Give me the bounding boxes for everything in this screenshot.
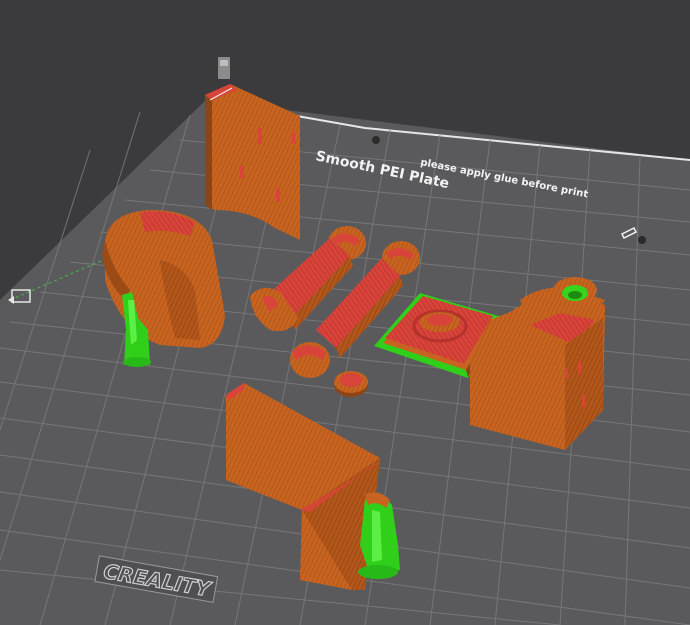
- build-plate-scene[interactable]: Smooth PEI Plate please apply glue befor…: [0, 0, 690, 625]
- round-knob-part[interactable]: [334, 371, 368, 397]
- nozzle-marker-icon: [218, 57, 230, 79]
- plate-screw: [638, 236, 646, 244]
- 3d-viewport[interactable]: Smooth PEI Plate please apply glue befor…: [0, 0, 690, 625]
- plate-screw: [372, 136, 380, 144]
